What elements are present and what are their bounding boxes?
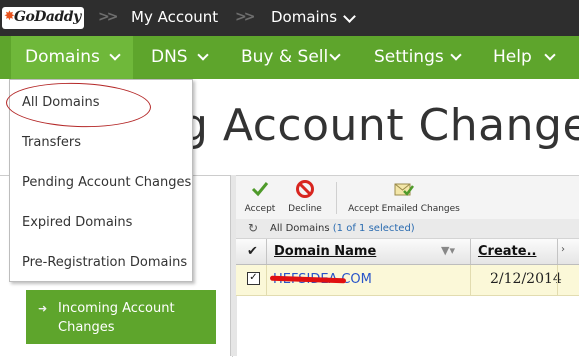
toolbar-divider	[336, 182, 337, 214]
menu-item-transfers[interactable]: Transfers	[22, 135, 81, 150]
chevron-down-icon	[329, 49, 341, 61]
nav-buy-sell[interactable]: Buy & Sell	[227, 36, 351, 79]
accept-emailed-changes-label: Accept Emailed Changes	[348, 204, 460, 214]
logo-text: GoDaddy	[14, 9, 81, 25]
column-divider	[470, 239, 471, 264]
nav-domains-label: Domains	[25, 47, 100, 67]
nav-dns[interactable]: DNS	[137, 36, 221, 79]
column-divider	[470, 265, 471, 295]
sidebar-item-label: Incoming Account Changes	[58, 301, 175, 335]
nav-settings-label: Settings	[374, 47, 444, 67]
select-all-check-icon[interactable]: ✔	[247, 244, 258, 259]
column-divider	[266, 239, 267, 264]
nav-settings[interactable]: Settings	[360, 36, 472, 79]
chevron-down-icon	[197, 49, 209, 61]
column-header-domain-name[interactable]: Domain Name	[274, 244, 376, 259]
page-title: g Account Change	[180, 100, 579, 151]
breadcrumb-my-account[interactable]: My Account	[131, 8, 218, 26]
nav-help[interactable]: Help	[479, 36, 579, 79]
main-nav: Domains DNS Buy & Sell Settings Help	[0, 36, 579, 79]
breadcrumb-separator-icon: >>	[235, 9, 256, 25]
accept-emailed-changes-button[interactable]: Accept Emailed Changes	[342, 176, 466, 219]
sidebar-item-incoming-account-changes[interactable]: ➜ Incoming Account Changes	[26, 290, 216, 344]
table-row[interactable]: ✓ HEFSIDEA.COM 2/12/2014	[236, 265, 579, 296]
chevron-down-icon[interactable]	[343, 10, 356, 23]
column-divider	[266, 265, 267, 295]
menu-item-expired-domains[interactable]: Expired Domains	[22, 215, 132, 230]
created-date: 2/12/2014	[490, 271, 562, 287]
column-divider	[557, 239, 558, 264]
decline-label: Decline	[288, 204, 322, 214]
arrow-right-icon: ➜	[38, 302, 48, 315]
status-text: All Domains (1 of 1 selected)	[270, 219, 415, 238]
chevron-right-icon[interactable]: ›	[561, 244, 565, 255]
selected-count-link[interactable]: (1 of 1 selected)	[333, 223, 415, 234]
column-header-created[interactable]: Create..	[478, 244, 536, 259]
toolbar: Accept Decline Accept Emailed Changes	[236, 175, 579, 220]
status-label: All Domains	[270, 223, 330, 234]
menu-item-pending-account-changes[interactable]: Pending Account Changes	[22, 175, 191, 190]
checkmark-icon	[251, 182, 269, 197]
nav-domains[interactable]: Domains	[11, 36, 133, 79]
column-divider	[557, 265, 558, 295]
nav-help-label: Help	[493, 47, 532, 67]
decline-button[interactable]: Decline	[284, 176, 326, 219]
chevron-down-icon	[450, 49, 462, 61]
accept-label: Accept	[244, 204, 276, 214]
filter-icon[interactable]: ▼▾	[441, 244, 455, 257]
breadcrumb-separator-icon: >>	[98, 9, 119, 25]
chevron-down-icon	[544, 49, 556, 61]
envelope-check-icon	[394, 183, 414, 196]
prohibit-icon	[296, 180, 314, 198]
grid-header: ✔ Domain Name ▼▾ Create.. ›	[236, 239, 579, 265]
accept-button[interactable]: Accept	[240, 176, 280, 219]
nav-buy-sell-label: Buy & Sell	[241, 47, 329, 67]
refresh-icon[interactable]: ↻	[248, 219, 258, 238]
top-bar: ✸ GoDaddy >> My Account >> Domains	[0, 0, 579, 36]
menu-item-pre-registration-domains[interactable]: Pre-Registration Domains	[22, 255, 187, 270]
nav-dns-label: DNS	[151, 47, 188, 67]
godaddy-logo[interactable]: ✸ GoDaddy	[2, 7, 84, 29]
chevron-down-icon	[109, 49, 121, 61]
selection-status: ↻ All Domains (1 of 1 selected)	[236, 219, 579, 239]
row-checkbox[interactable]: ✓	[247, 272, 260, 285]
breadcrumb-domains[interactable]: Domains	[271, 8, 337, 26]
